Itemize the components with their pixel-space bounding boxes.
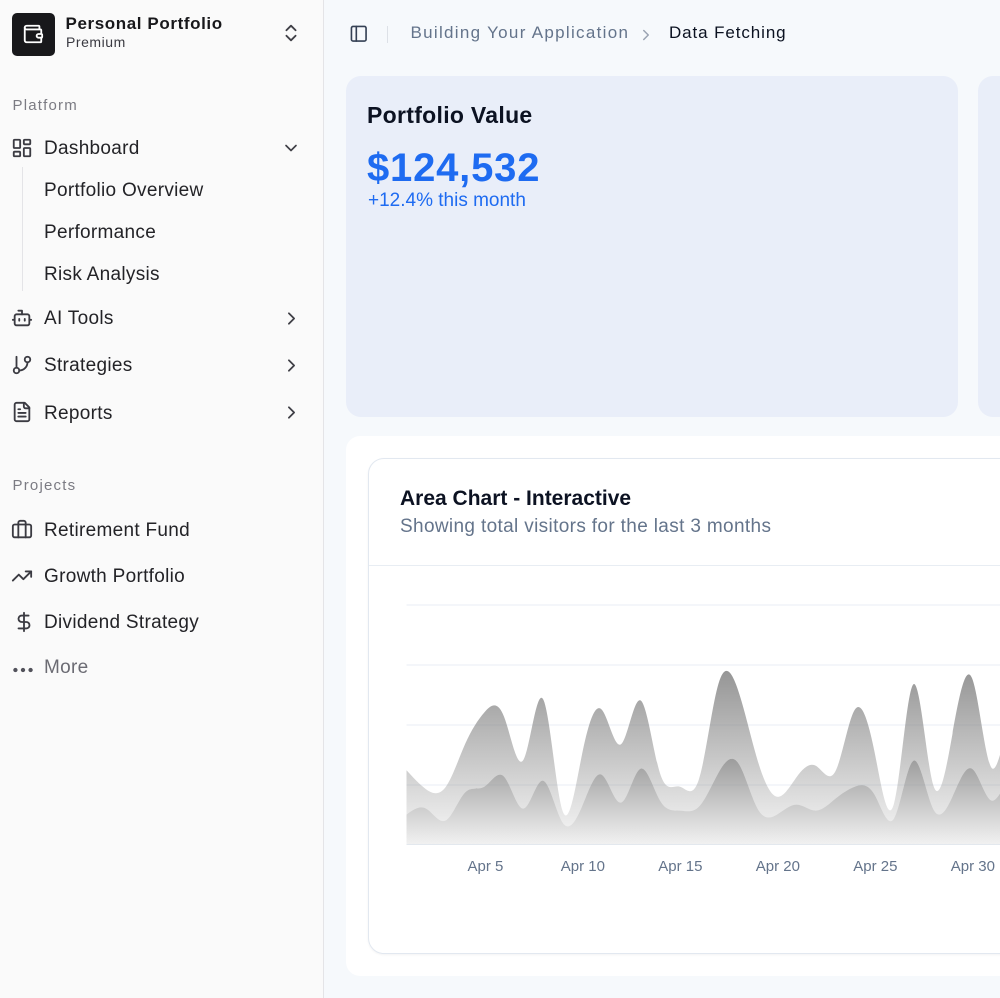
svg-text:Apr 20: Apr 20 <box>756 858 800 875</box>
svg-text:Apr 5: Apr 5 <box>467 858 503 875</box>
svg-text:Apr 30: Apr 30 <box>951 858 995 875</box>
svg-text:Apr 25: Apr 25 <box>853 858 897 875</box>
svg-text:Apr 10: Apr 10 <box>561 858 605 875</box>
svg-text:Apr 15: Apr 15 <box>658 858 702 875</box>
